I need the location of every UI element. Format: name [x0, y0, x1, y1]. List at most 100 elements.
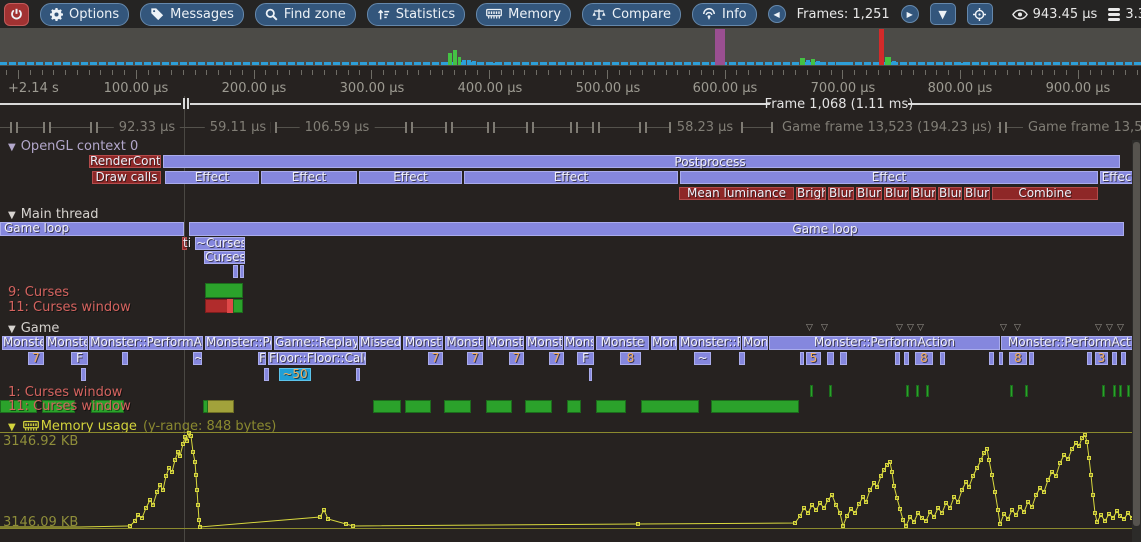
power-button[interactable] — [4, 3, 29, 26]
zone-bar[interactable]: ~Curses — [195, 237, 245, 250]
zone-bar[interactable]: Draw calls — [92, 171, 161, 184]
prev-frame-button[interactable]: ◀ — [768, 5, 786, 23]
zone-bar[interactable] — [122, 352, 128, 365]
zone-bar[interactable] — [233, 265, 238, 278]
zone-bar[interactable]: F — [71, 352, 88, 365]
zone-bar[interactable]: Monste — [564, 336, 594, 350]
zone-bar[interactable]: 5 — [806, 352, 821, 365]
statistics-button[interactable]: Statistics — [367, 3, 465, 26]
lock-zone-bar[interactable] — [233, 299, 243, 313]
zone-bar[interactable]: F — [577, 352, 594, 365]
zone-bar[interactable]: Blur — [884, 187, 909, 200]
lock-zone-bar[interactable] — [810, 385, 813, 397]
zone-bar[interactable]: 7 — [467, 352, 483, 365]
zone-bar[interactable]: Monste — [596, 336, 649, 350]
zone-bar[interactable]: Monster::PerformAction — [769, 336, 1000, 350]
lock-zone-bar[interactable] — [641, 400, 699, 413]
lock-zone-bar[interactable] — [444, 400, 471, 413]
zone-bar[interactable]: Mons — [651, 336, 677, 350]
zone-bar[interactable]: Effect — [165, 171, 259, 184]
lock-zone-bar[interactable] — [486, 400, 512, 413]
zone-bar[interactable] — [999, 352, 1003, 365]
lock-zone-bar[interactable] — [405, 400, 431, 413]
zone-bar[interactable]: Game loop — [0, 222, 184, 236]
zone-bar[interactable]: Effec — [1100, 171, 1133, 184]
zone-bar[interactable]: Monster::PerformActi — [1001, 336, 1141, 350]
zone-bar[interactable] — [827, 352, 834, 365]
frame-strip[interactable]: Frame 1,068 (1.11 ms) — [0, 96, 1141, 116]
zone-bar[interactable]: Monst — [526, 336, 563, 350]
thread-header[interactable]: ▼Main thread — [8, 207, 98, 222]
zone-bar[interactable]: 7 — [428, 352, 443, 365]
zone-bar[interactable] — [189, 222, 1124, 236]
zone-bar[interactable]: Game::Replay — [274, 336, 358, 350]
lock-zone-bar[interactable] — [1010, 385, 1013, 397]
zone-bar[interactable] — [163, 155, 1120, 168]
zone-bar[interactable]: Effect — [261, 171, 357, 184]
zone-bar[interactable]: F — [258, 352, 266, 365]
collapse-triangle-icon[interactable]: ▼ — [8, 324, 16, 335]
zone-bar[interactable]: ~ — [193, 352, 202, 365]
thread-header[interactable]: ▼Game — [8, 321, 59, 336]
zone-bar[interactable]: 3 — [1095, 352, 1108, 365]
zone-bar[interactable]: Monster::Pe — [205, 336, 272, 350]
zone-bar[interactable]: Blur — [828, 187, 854, 200]
lock-zone-bar[interactable] — [1102, 385, 1105, 397]
zone-bar[interactable]: Combine — [992, 187, 1098, 200]
zone-bar[interactable]: Floor::Floor::Calc — [268, 352, 366, 365]
zone-bar[interactable]: 8 — [915, 352, 933, 365]
zone-bar[interactable]: RenderConte — [89, 155, 161, 168]
zone-bar[interactable]: Effect — [680, 171, 1098, 184]
vertical-scrollbar-thumb[interactable] — [1133, 142, 1140, 526]
lock-zone-bar[interactable] — [1119, 385, 1122, 397]
lock-zone-bar[interactable] — [525, 400, 552, 413]
collapse-triangle-icon[interactable]: ▼ — [8, 142, 16, 153]
time-axis[interactable]: +2.14 s100.00 µs200.00 µs300.00 µs400.00… — [0, 66, 1141, 96]
zone-bar[interactable] — [1121, 352, 1126, 365]
zone-bar[interactable]: Mean luminance — [679, 187, 794, 200]
zone-bar[interactable]: Missed — [359, 336, 401, 350]
zone-bar[interactable] — [840, 352, 847, 365]
zone-bar[interactable]: 8 — [1009, 352, 1027, 365]
message-marker-icon[interactable]: ▽ — [806, 324, 813, 333]
message-marker-icon[interactable]: ▽ — [1106, 324, 1113, 333]
zone-bar[interactable]: Monste — [2, 336, 44, 350]
zone-bar[interactable]: Monst — [403, 336, 443, 350]
zone-bar[interactable] — [940, 352, 945, 365]
messages-button[interactable]: Messages — [140, 3, 244, 26]
zone-bar[interactable]: Blur — [856, 187, 882, 200]
compare-button[interactable]: Compare — [582, 3, 681, 26]
lock-zone-bar[interactable] — [1113, 385, 1116, 397]
zone-bar[interactable]: Monst — [445, 336, 484, 350]
zone-bar[interactable]: ~50 — [279, 368, 311, 381]
zone-bar[interactable] — [264, 368, 269, 381]
zone-bar[interactable] — [904, 352, 909, 365]
zone-bar[interactable]: 7 — [509, 352, 524, 365]
lock-zone-bar[interactable] — [373, 400, 401, 413]
lock-zone-bar[interactable] — [711, 400, 799, 413]
zone-bar[interactable] — [81, 368, 86, 381]
message-marker-icon[interactable]: ▽ — [1014, 324, 1021, 333]
zone-bar[interactable] — [356, 368, 360, 381]
zone-bar[interactable] — [989, 352, 994, 365]
zone-bar[interactable] — [739, 352, 745, 365]
message-marker-icon[interactable]: ▽ — [821, 324, 828, 333]
zone-bar[interactable] — [240, 265, 244, 278]
zone-bar[interactable]: Effect — [464, 171, 678, 184]
zone-bar[interactable]: Curses — [204, 251, 245, 264]
info-button[interactable]: Info — [692, 3, 757, 26]
zone-bar[interactable] — [895, 352, 900, 365]
options-button[interactable]: Options — [40, 3, 129, 26]
zone-bar[interactable]: ti — [182, 237, 187, 250]
zone-bar[interactable]: 7 — [28, 352, 44, 365]
go-to-frame-button[interactable]: ▼ — [930, 3, 956, 25]
lock-zone-bar[interactable] — [567, 400, 581, 413]
message-marker-icon[interactable]: ▽ — [1095, 324, 1102, 333]
frame-overview-histogram[interactable] — [0, 28, 1141, 66]
lock-zone-bar[interactable] — [205, 283, 243, 298]
lock-zone-bar[interactable] — [926, 385, 929, 397]
lock-zone-bar[interactable] — [596, 400, 626, 413]
zone-bar[interactable]: 8 — [620, 352, 641, 365]
zone-bar[interactable]: Blur — [911, 187, 936, 200]
lock-zone-bar[interactable] — [1127, 385, 1130, 397]
